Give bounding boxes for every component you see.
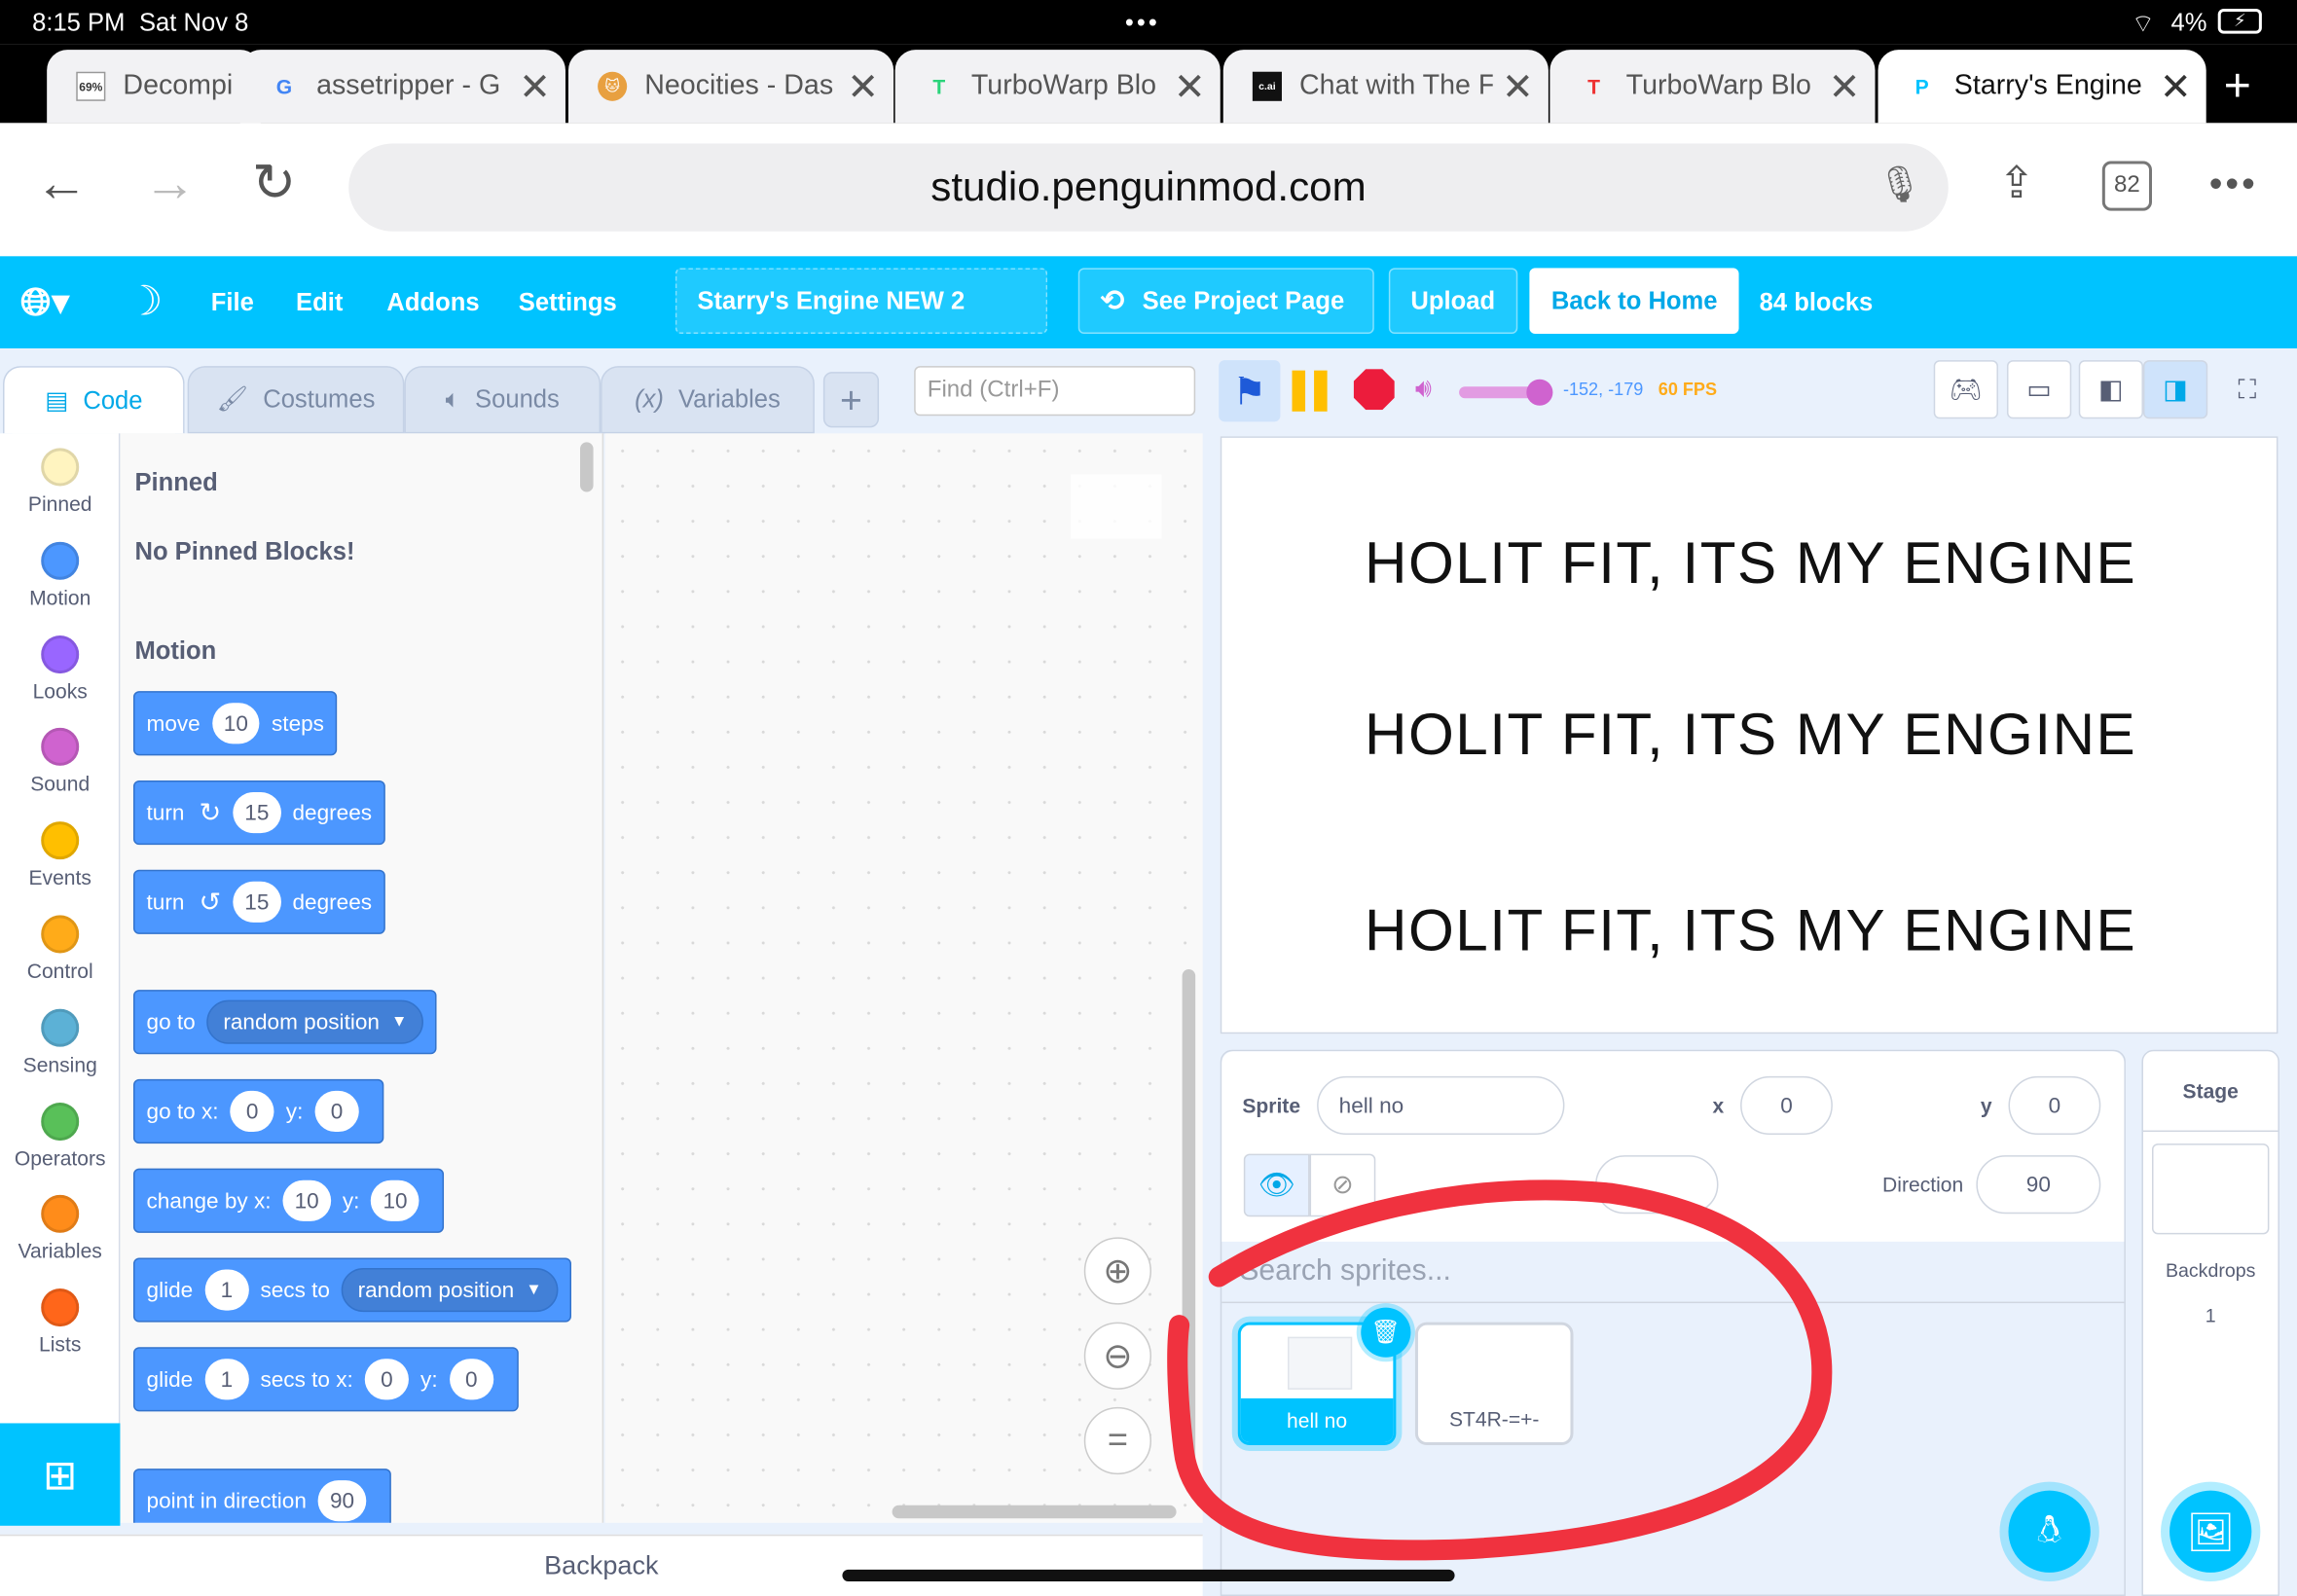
annotation-stroke xyxy=(1167,1179,1833,1561)
red-circle-annotation xyxy=(1167,1179,1833,1561)
home-indicator xyxy=(842,1569,1455,1581)
browser-window: 8:15 PM Sat Nov 8 ••• ⌔ 4% ⚡ 69% Decompi… xyxy=(0,0,2297,1596)
